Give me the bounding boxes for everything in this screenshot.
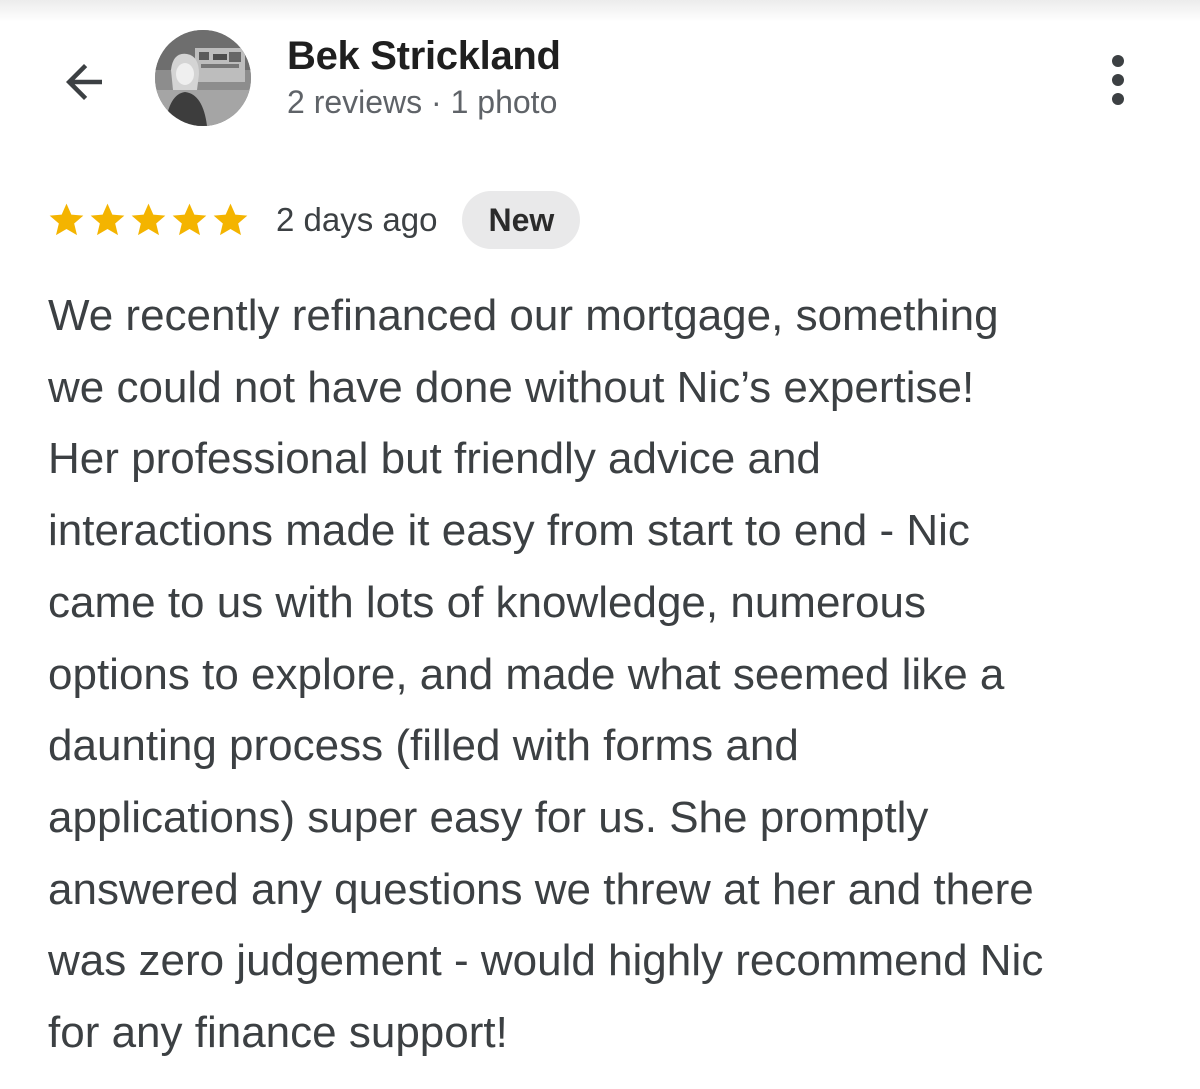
review-text-line: daunting process (filled with forms and [48, 721, 799, 771]
star-icon [49, 203, 84, 236]
review-text-line: came to us with lots of knowledge, numer… [48, 577, 927, 627]
review-text-line: answered any questions we threw at her a… [48, 864, 1034, 914]
review-text-line: was zero judgement - would highly recomm… [48, 936, 1044, 986]
review-text-line: Her professional but friendly advice and [48, 434, 821, 484]
review-time: 2 days ago [276, 201, 438, 238]
review-text-line: interactions made it easy from start to … [48, 506, 970, 556]
back-button[interactable] [50, 48, 118, 116]
star-icon [213, 203, 248, 236]
reviewer-avatar[interactable] [155, 30, 251, 126]
star-icon [172, 203, 207, 236]
review-text-line: We recently refinanced our mortgage, som… [48, 291, 999, 340]
review-text-line: applications) super easy for us. She pro… [48, 792, 929, 842]
review-text-line: options to explore, and made what seemed… [48, 649, 1005, 699]
reviewer-name[interactable]: Bek Strickland [287, 32, 561, 80]
review-header: Bek Strickland 2 reviews · 1 photo [0, 0, 1200, 150]
reviewer-meta: 2 reviews · 1 photo [287, 84, 558, 120]
rating-row: 2 days ago New [46, 188, 581, 252]
star-icon [90, 203, 125, 236]
avatar-photo [155, 30, 251, 126]
review-text-line: for any finance support! [48, 1008, 508, 1058]
star-rating [46, 200, 251, 240]
review-text-line: we could not have done without Nic’s exp… [48, 362, 975, 412]
reviewer-info: Bek Strickland 2 reviews · 1 photo [287, 32, 561, 122]
more-vertical-icon-dot [1112, 93, 1124, 105]
new-badge: New [462, 191, 581, 249]
more-options-button[interactable] [1092, 46, 1144, 114]
more-vertical-icon [1112, 55, 1124, 67]
review-text: We recently refinanced our mortgage, som… [48, 280, 1168, 1069]
more-vertical-icon-dot [1112, 74, 1124, 86]
star-icon [131, 203, 166, 236]
arrow-left-icon [66, 64, 102, 100]
